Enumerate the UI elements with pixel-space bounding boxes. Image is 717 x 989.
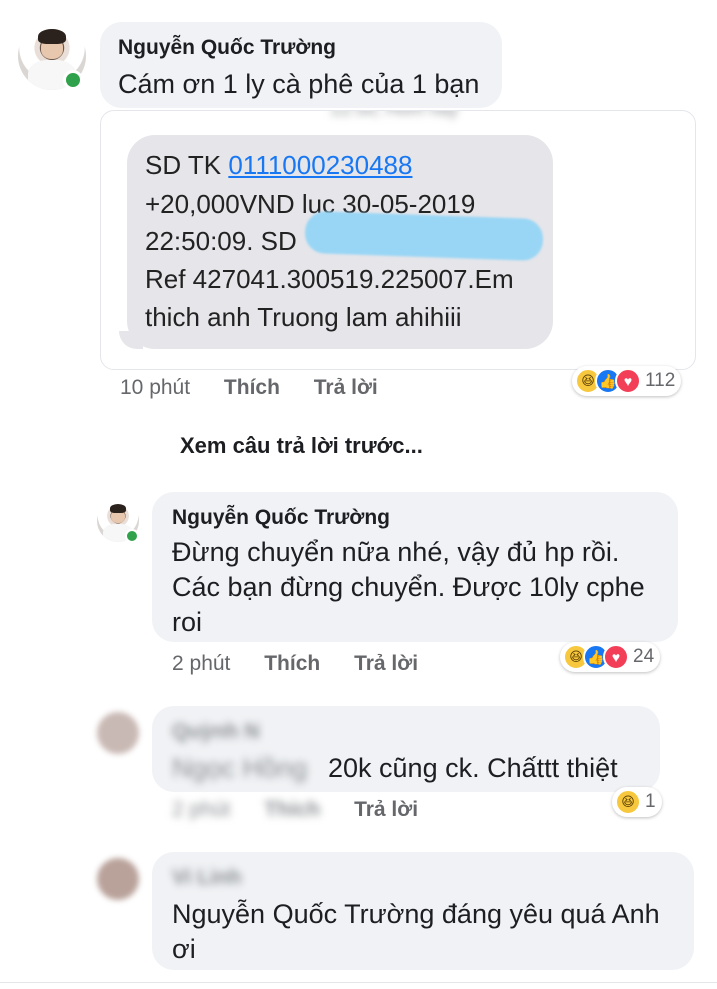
- reply-bubble: Quỳnh N Ngọc Hồng 20k cũng ck. Chấttt th…: [152, 706, 660, 792]
- reply-button[interactable]: Trả lời: [314, 376, 378, 399]
- reply-time[interactable]: 2 phút: [172, 652, 230, 675]
- comment-author[interactable]: Nguyễn Quốc Trường: [118, 36, 336, 60]
- comment-text: Cám ơn 1 ly cà phê của 1 bạn: [118, 69, 480, 99]
- reply-text-line: Đừng chuyển nữa nhé, vậy đủ hp rồi.: [172, 537, 620, 567]
- like-button[interactable]: Thích: [264, 652, 320, 675]
- sms-bubble-tail: [119, 331, 143, 349]
- reaction-summary[interactable]: 😆 👍 ♥ 112: [572, 366, 682, 396]
- reply-time[interactable]: 2 phút: [172, 798, 230, 821]
- reaction-count: 112: [645, 370, 676, 391]
- online-status-dot: [63, 70, 83, 90]
- comment-time[interactable]: 10 phút: [120, 376, 190, 399]
- reply-author[interactable]: Quỳnh N: [172, 720, 260, 744]
- redaction-scribble: [304, 210, 544, 262]
- love-reaction-icon: ♥: [615, 368, 641, 394]
- reply-bubble: Vi Linh Nguyễn Quốc Trường đáng yêu quá …: [152, 852, 694, 970]
- reply-button[interactable]: Trả lời: [354, 798, 418, 821]
- love-reaction-icon: ♥: [603, 644, 629, 670]
- tagged-name[interactable]: Ngọc Hồng: [172, 750, 307, 786]
- reply-text: 20k cũng ck. Chấttt thiệt: [328, 753, 618, 783]
- avatar[interactable]: [97, 712, 139, 754]
- reply-text-line: roi: [172, 607, 203, 637]
- divider: [0, 982, 717, 983]
- sms-line-ref: Ref 427041.300519.225007.Em: [145, 264, 514, 294]
- reply-text-line: ơi: [172, 934, 196, 964]
- reply-author[interactable]: Nguyễn Quốc Trường: [172, 506, 390, 530]
- comment-meta: 10 phút Thích Trả lời: [120, 376, 378, 400]
- sms-line-account: SD TK 0111000230488: [145, 150, 413, 180]
- like-button[interactable]: Thích: [264, 798, 320, 821]
- comment-bubble: Nguyễn Quốc Trường Cám ơn 1 ly cà phê củ…: [100, 22, 502, 108]
- reaction-count: 1: [645, 791, 656, 812]
- reaction-count: 24: [633, 646, 655, 667]
- view-previous-replies-link[interactable]: Xem câu trả lời trước...: [180, 433, 423, 459]
- comment-image-attachment[interactable]: 22:50, Hôm nay SD TK 0111000230488 +20,0…: [100, 110, 696, 370]
- account-number-link[interactable]: 0111000230488: [228, 150, 412, 180]
- reply-text-line: Các bạn đừng chuyển. Được 10ly cphe: [172, 572, 645, 602]
- haha-reaction-icon: 😆: [615, 789, 641, 815]
- online-status-dot: [125, 529, 139, 543]
- reply-meta: 2 phút Thích Trả lời: [172, 798, 418, 822]
- reply-author[interactable]: Vi Linh: [172, 866, 242, 890]
- like-button[interactable]: Thích: [224, 376, 280, 399]
- reply-meta: 2 phút Thích Trả lời: [172, 652, 418, 676]
- reply-bubble: Nguyễn Quốc Trường Đừng chuyển nữa nhé, …: [152, 492, 678, 642]
- sms-line-time: 22:50:09. SD: [145, 226, 297, 256]
- reaction-summary[interactable]: 😆 👍 ♥ 24: [560, 642, 661, 672]
- reply-text-line: Nguyễn Quốc Trường đáng yêu quá Anh: [172, 899, 660, 929]
- sms-header-partial: 22:50, Hôm nay: [331, 111, 458, 120]
- sms-line-message: thich anh Truong lam ahihiii: [145, 302, 462, 332]
- reaction-summary[interactable]: 😆 1: [612, 787, 662, 817]
- avatar[interactable]: [97, 858, 139, 900]
- reply-button[interactable]: Trả lời: [354, 652, 418, 675]
